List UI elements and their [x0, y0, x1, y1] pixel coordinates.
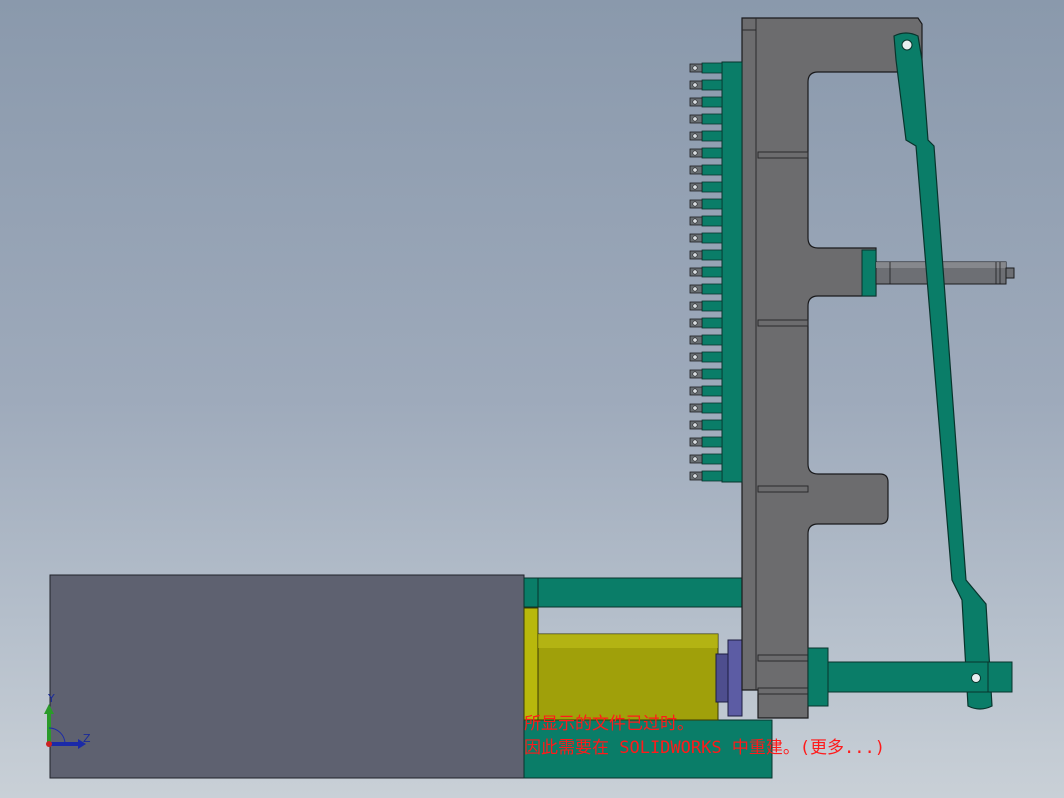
upper-arm-bar[interactable]: [523, 577, 773, 608]
triad-axes: [44, 704, 86, 749]
gripper-clip[interactable]: [689, 317, 723, 329]
coupling-purple-2[interactable]: [727, 639, 743, 717]
gripper-clip[interactable]: [689, 385, 723, 397]
gripper-clips[interactable]: [689, 62, 723, 482]
gripper-clip[interactable]: [689, 181, 723, 193]
lower-horizontal-bar[interactable]: [827, 661, 1013, 693]
main-frame[interactable]: [741, 17, 923, 719]
link-pivot-top[interactable]: [901, 39, 913, 51]
rebuild-warning-more-link[interactable]: 因此需要在 SOLIDWORKS 中重建。(更多...): [524, 738, 885, 758]
gripper-clip[interactable]: [689, 419, 723, 431]
triad-arc: [48, 727, 66, 745]
gripper-clip[interactable]: [689, 79, 723, 91]
clip-plate[interactable]: [721, 61, 743, 483]
gripper-clip[interactable]: [689, 232, 723, 244]
rebuild-warning-line-1: 所显示的文件已过时。: [524, 714, 694, 734]
lower-link-bar[interactable]: [807, 647, 829, 707]
gripper-clip[interactable]: [689, 113, 723, 125]
shaft-tip[interactable]: [1005, 267, 1015, 279]
gripper-clip[interactable]: [689, 334, 723, 346]
gripper-clip[interactable]: [689, 436, 723, 448]
link-pivot-bottom[interactable]: [971, 673, 981, 683]
gripper-clip[interactable]: [689, 368, 723, 380]
gripper-clip[interactable]: [689, 351, 723, 363]
gripper-clip[interactable]: [689, 198, 723, 210]
graphics-viewport[interactable]: Y Z 所显示的文件已过时。 因此需要在 SOLIDWORKS 中重建。(更多.…: [0, 0, 1064, 798]
gripper-clip[interactable]: [689, 470, 723, 482]
gripper-clip[interactable]: [689, 300, 723, 312]
assembly-model[interactable]: [0, 0, 1064, 798]
coordinate-triad: Y Z: [38, 692, 98, 756]
gripper-clip[interactable]: [689, 266, 723, 278]
y-axis-label: Y: [48, 692, 55, 705]
gripper-clip[interactable]: [689, 130, 723, 142]
y-axis-arrow: [44, 704, 54, 714]
gripper-clip[interactable]: [689, 62, 723, 74]
gripper-clip[interactable]: [689, 249, 723, 261]
bearing-stub-upper[interactable]: [861, 249, 877, 297]
z-axis-label: Z: [83, 732, 91, 745]
flange-yellow[interactable]: [523, 607, 539, 721]
cylinder-highlight: [538, 634, 718, 648]
diagonal-link[interactable]: [893, 32, 993, 710]
gripper-clip[interactable]: [689, 283, 723, 295]
motor-housing[interactable]: [49, 574, 525, 779]
gripper-clip[interactable]: [689, 164, 723, 176]
gripper-clip[interactable]: [689, 453, 723, 465]
gripper-clip[interactable]: [689, 147, 723, 159]
gripper-clip[interactable]: [689, 96, 723, 108]
triad-origin: [46, 741, 52, 747]
gripper-clip[interactable]: [689, 402, 723, 414]
gripper-clip[interactable]: [689, 215, 723, 227]
